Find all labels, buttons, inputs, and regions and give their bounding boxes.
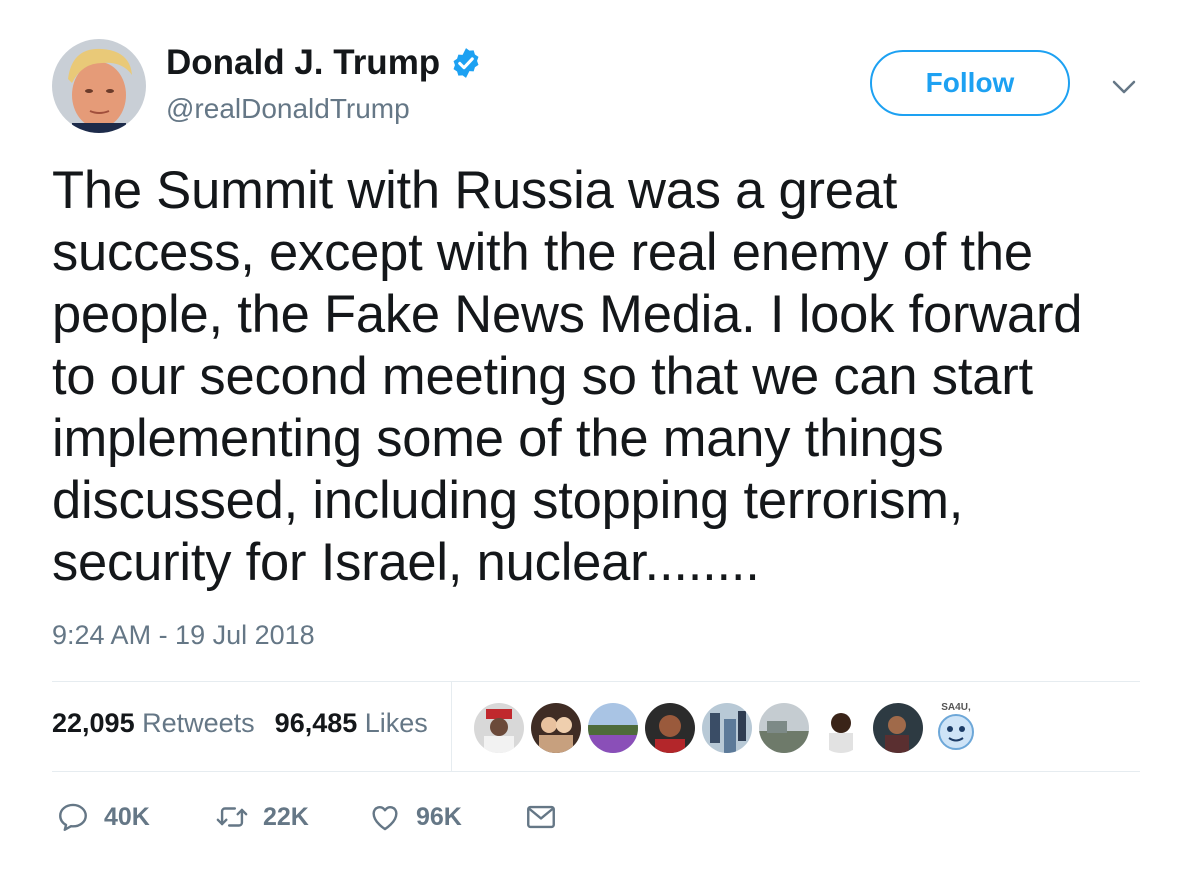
envelope-icon xyxy=(524,800,558,834)
liker-avatar[interactable] xyxy=(816,703,866,753)
chevron-down-icon[interactable] xyxy=(1111,78,1137,96)
retweets-count: 22,095 xyxy=(52,708,135,738)
author-avatar[interactable] xyxy=(52,39,146,133)
direct-message-button[interactable] xyxy=(524,800,558,834)
liker-avatar[interactable] xyxy=(645,703,695,753)
tweet-timestamp[interactable]: 9:24 AM - 19 Jul 2018 xyxy=(52,620,315,651)
liker-logo-text: SA4U, xyxy=(941,702,971,713)
liker-avatar[interactable] xyxy=(873,703,923,753)
divider xyxy=(52,681,1140,682)
reply-count: 40K xyxy=(104,802,150,831)
stats-divider xyxy=(451,682,452,771)
likes-stat[interactable]: 96,485 Likes xyxy=(275,708,428,739)
heart-icon xyxy=(368,800,402,834)
follow-button[interactable]: Follow xyxy=(870,50,1070,116)
retweets-label: Retweets xyxy=(142,708,255,738)
retweet-count: 22K xyxy=(263,802,309,831)
liker-avatar[interactable] xyxy=(702,703,752,753)
liker-avatar[interactable] xyxy=(531,703,581,753)
liker-avatar[interactable] xyxy=(474,703,524,753)
author-handle[interactable]: @realDonaldTrump xyxy=(166,93,410,125)
verified-badge-icon xyxy=(449,46,483,80)
like-count: 96K xyxy=(416,802,462,831)
tweet-text: The Summit with Russia was a great succe… xyxy=(52,161,1083,592)
likes-label: Likes xyxy=(364,708,428,738)
liker-avatar[interactable] xyxy=(759,703,809,753)
engagement-stats: 22,095 Retweets 96,485 Likes xyxy=(52,708,428,739)
reply-icon xyxy=(56,800,90,834)
likes-count: 96,485 xyxy=(274,708,358,738)
author-name-text: Donald J. Trump xyxy=(166,43,441,82)
liker-avatar-logo[interactable]: SA4U, xyxy=(928,698,984,754)
retweets-stat[interactable]: 22,095 Retweets xyxy=(52,708,255,739)
divider xyxy=(52,771,1140,772)
reply-button[interactable]: 40K xyxy=(56,800,150,834)
retweet-icon xyxy=(215,800,249,834)
like-button[interactable]: 96K xyxy=(368,800,462,834)
liker-avatar[interactable] xyxy=(588,703,638,753)
retweet-button[interactable]: 22K xyxy=(215,800,309,834)
author-display-name[interactable]: Donald J. Trump xyxy=(166,43,483,83)
